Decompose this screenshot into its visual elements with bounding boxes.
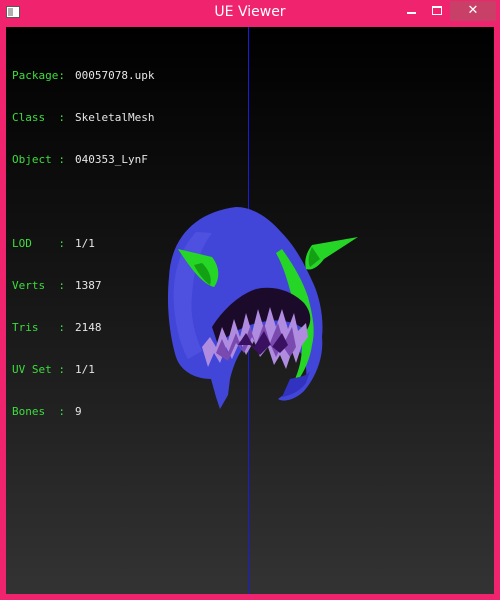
package-value: 00057078.upk — [75, 69, 155, 82]
class-label: Class : — [12, 111, 65, 124]
info-row-tris: Tris : 2148 — [12, 321, 154, 335]
info-row-uvset: UV Set : 1/1 — [12, 363, 154, 377]
bones-value: 9 — [75, 405, 82, 418]
3d-viewport[interactable]: Package: 00057078.upk Class : SkeletalMesh… — [6, 27, 494, 594]
title-bar[interactable]: UE Viewer ✕ — [0, 0, 500, 26]
tris-value: 2148 — [75, 321, 102, 334]
package-label: Package: — [12, 69, 65, 82]
verts-value: 1387 — [75, 279, 102, 292]
close-button[interactable]: ✕ — [450, 1, 496, 21]
bones-label: Bones : — [12, 405, 65, 418]
uvset-label: UV Set : — [12, 363, 65, 376]
info-row-class: Class : SkeletalMesh — [12, 111, 154, 125]
tris-label: Tris : — [12, 321, 65, 334]
lod-value: 1/1 — [75, 237, 95, 250]
close-icon: ✕ — [467, 3, 479, 18]
maximize-icon — [432, 6, 442, 15]
info-row-package: Package: 00057078.upk — [12, 69, 154, 83]
minimize-icon — [407, 12, 416, 14]
object-value: 040353_LynF — [75, 153, 148, 166]
lod-label: LOD : — [12, 237, 65, 250]
object-label: Object : — [12, 153, 65, 166]
mesh-info-panel: Package: 00057078.upk Class : SkeletalMesh… — [12, 41, 154, 447]
uvset-value: 1/1 — [75, 363, 95, 376]
class-value: SkeletalMesh — [75, 111, 155, 124]
info-row-lod: LOD : 1/1 — [12, 237, 154, 251]
verts-label: Verts : — [12, 279, 65, 292]
info-row-verts: Verts : 1387 — [12, 279, 154, 293]
info-row-bones: Bones : 9 — [12, 405, 154, 419]
app-window-icon[interactable] — [6, 6, 20, 18]
app-window: UE Viewer ✕ Package: 00057078.upk Class … — [0, 0, 500, 600]
minimize-button[interactable] — [398, 1, 424, 21]
maximize-button[interactable] — [424, 1, 450, 21]
info-row-object: Object : 040353_LynF — [12, 153, 154, 167]
